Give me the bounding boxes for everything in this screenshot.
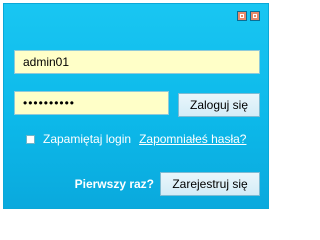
- window-controls: [237, 11, 260, 21]
- login-panel: admin01 •••••••••• Zaloguj się Zapamięta…: [3, 3, 269, 209]
- first-time-label: Pierwszy raz?: [74, 177, 154, 191]
- login-button[interactable]: Zaloguj się: [178, 93, 260, 117]
- register-row: Pierwszy raz? Zarejestruj się: [75, 172, 260, 196]
- password-input[interactable]: ••••••••••: [14, 91, 169, 115]
- remember-checkbox[interactable]: [26, 134, 35, 144]
- forgot-password-link[interactable]: Zapomniałeś hasła?: [139, 132, 246, 146]
- remember-label: Zapamiętaj login: [43, 132, 132, 146]
- minimize-icon[interactable]: [237, 11, 247, 21]
- username-input[interactable]: admin01: [14, 50, 260, 74]
- remember-row: Zapamiętaj login Zapomniałeś hasła?: [26, 132, 246, 146]
- register-button[interactable]: Zarejestruj się: [160, 172, 260, 196]
- maximize-icon[interactable]: [250, 11, 260, 21]
